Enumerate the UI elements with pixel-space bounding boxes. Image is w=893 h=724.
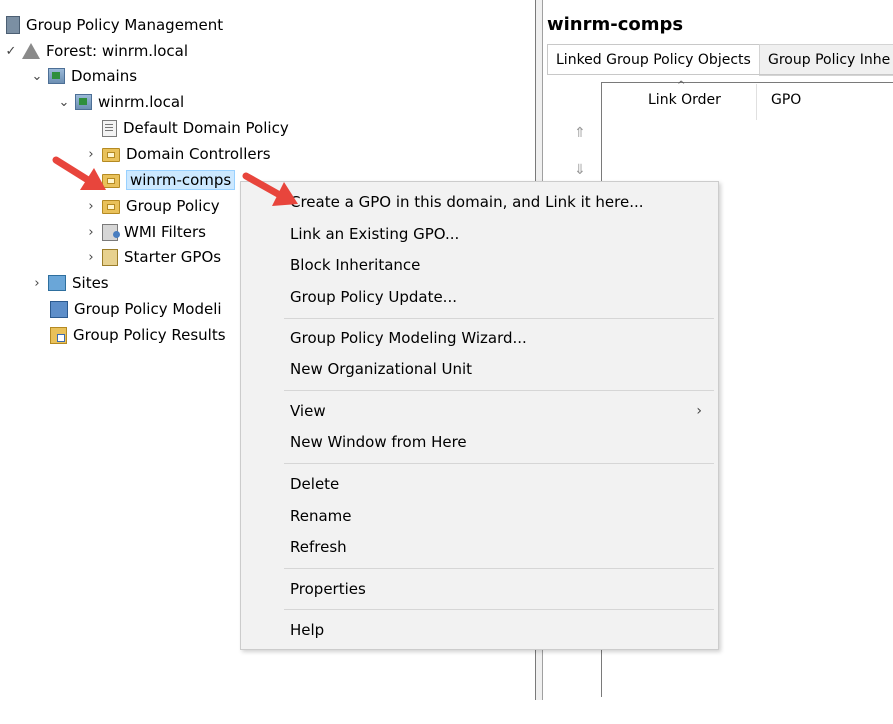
tree-sites-label: Sites [72,274,109,292]
menu-item-label: New Window from Here [290,433,467,451]
tree-forest[interactable]: ✓ Forest: winrm.local [4,39,188,63]
tree-item-winrm-comps[interactable]: winrm-comps [102,168,236,192]
tree-item-default-domain-policy[interactable]: Default Domain Policy [102,116,289,140]
menu-separator [284,609,714,610]
group-policy-management-icon [6,16,20,34]
annotation-arrow-icon [242,172,298,206]
tree-forest-label: Forest: winrm.local [46,42,189,60]
tree-item-domain-controllers[interactable]: › Domain Controllers [84,142,271,166]
menu-item-new-window[interactable]: New Window from Here [241,428,718,456]
tree-root[interactable]: Group Policy Management [6,13,223,37]
tab-group-policy-inheritance[interactable]: Group Policy Inhe [759,44,893,76]
tab-linked-gpos[interactable]: Linked Group Policy Objects [547,44,762,75]
tree-item-label: WMI Filters [124,223,206,241]
tree-item-wmi-filters[interactable]: › WMI Filters [84,220,206,244]
menu-item-group-policy-update[interactable]: Group Policy Update... [241,283,718,311]
menu-item-label: Group Policy Update... [290,288,457,306]
tree-domains[interactable]: ⌄ Domains [30,64,137,88]
annotation-arrow-icon [52,156,106,190]
chevron-right-icon[interactable]: › [84,199,98,214]
chevron-right-icon: › [696,403,702,419]
gpo-link-icon [102,119,117,137]
tree-item-label: Starter GPOs [124,248,222,266]
menu-item-label: Rename [290,507,352,525]
menu-separator [284,463,714,464]
chevron-down-icon[interactable]: ⌄ [57,95,71,110]
menu-item-label: Group Policy Modeling Wizard... [290,329,527,347]
domain-icon [75,94,92,110]
menu-item-label: Link an Existing GPO... [290,225,460,243]
menu-item-create-gpo[interactable]: Create a GPO in this domain, and Link it… [241,188,718,216]
tree-modeling-label: Group Policy Modeli [74,300,222,318]
menu-separator [284,390,714,391]
page-title: winrm-comps [547,14,684,35]
forest-icon [22,43,40,59]
tab-divider [547,74,893,75]
menu-item-label: Delete [290,475,340,493]
menu-item-modeling-wizard[interactable]: Group Policy Modeling Wizard... [241,324,718,352]
sites-icon [48,275,66,291]
menu-separator [284,568,714,569]
menu-item-new-ou[interactable]: New Organizational Unit [241,355,718,383]
move-link-up-icon[interactable]: ⇑ [570,123,590,143]
menu-item-block-inheritance[interactable]: Block Inheritance [241,251,718,279]
sort-ascending-icon: ^ [677,80,686,91]
chevron-right-icon[interactable]: › [84,250,98,265]
tree-item-group-policy-objects[interactable]: › Group Policy [84,194,220,218]
menu-item-view[interactable]: View › [241,397,718,425]
menu-item-label: Block Inheritance [290,256,421,274]
tree-sites[interactable]: › Sites [30,271,109,295]
menu-item-help[interactable]: Help [241,616,718,644]
menu-item-label: Create a GPO in this domain, and Link it… [290,193,644,211]
menu-item-delete[interactable]: Delete [241,470,718,498]
chevron-down-icon[interactable]: ✓ [4,44,18,59]
tree-item-label: Default Domain Policy [123,119,289,137]
move-link-down-icon[interactable]: ⇓ [570,160,590,180]
tree-item-label: Group Policy [126,197,220,215]
tree-group-policy-modeling[interactable]: Group Policy Modeli [50,297,222,321]
chevron-right-icon[interactable]: › [30,276,44,291]
menu-item-refresh[interactable]: Refresh [241,533,718,561]
menu-item-label: View [290,402,326,420]
tree-item-label: winrm-comps [126,170,236,190]
menu-item-label: Properties [290,580,366,598]
modeling-icon [50,300,68,318]
menu-item-label: New Organizational Unit [290,360,473,378]
tree-results-label: Group Policy Results [73,326,226,344]
menu-item-label: Help [290,621,325,639]
menu-item-properties[interactable]: Properties [241,575,718,603]
tree-domain-label: winrm.local [98,93,185,111]
gpo-folder-icon [102,200,120,214]
column-separator[interactable] [756,84,757,120]
context-menu: Create a GPO in this domain, and Link it… [240,181,719,650]
starter-gpo-icon [102,248,118,266]
menu-separator [284,318,714,319]
tree-group-policy-results[interactable]: Group Policy Results [50,323,226,347]
chevron-down-icon[interactable]: ⌄ [30,69,44,84]
menu-item-link-existing-gpo[interactable]: Link an Existing GPO... [241,220,718,248]
column-header-link-order[interactable]: Link Order [648,92,721,108]
chevron-right-icon[interactable]: › [84,225,98,240]
tree-root-label: Group Policy Management [26,16,224,34]
results-icon [50,326,67,344]
menu-item-rename[interactable]: Rename [241,502,718,530]
menu-item-label: Refresh [290,538,347,556]
tree-item-label: Domain Controllers [126,145,271,163]
wmi-filter-icon [102,223,120,241]
column-header-gpo[interactable]: GPO [771,92,801,108]
tree-domain-winrm-local[interactable]: ⌄ winrm.local [57,90,185,114]
tree-item-starter-gpos[interactable]: › Starter GPOs [84,245,221,269]
tree-domains-label: Domains [71,67,138,85]
domains-icon [48,68,65,84]
